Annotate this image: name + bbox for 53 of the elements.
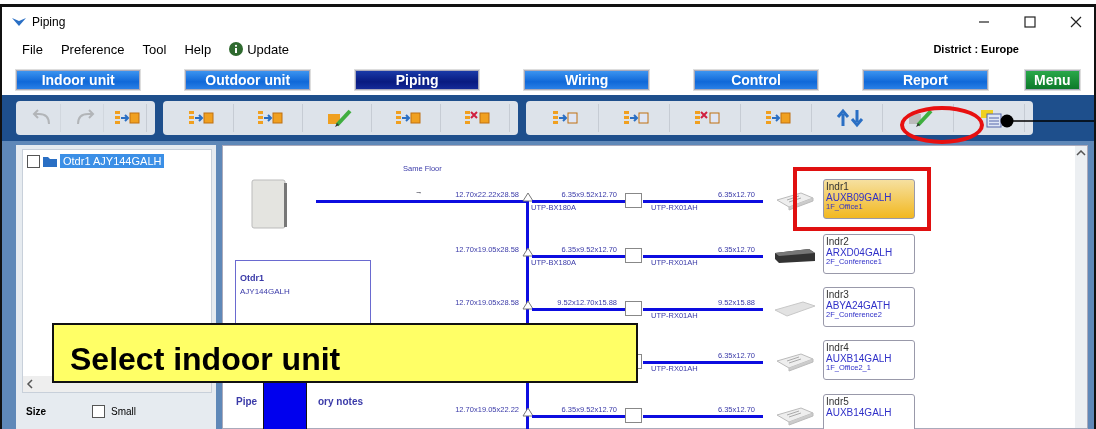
nav-tab[interactable]: Control [693,70,819,90]
outdoor-unit-icon [251,179,288,229]
district-label: District : Europe [933,43,1019,55]
indoor-unit-card[interactable]: Indr5 AUXB14GALH [823,394,915,429]
ceiling-unit-icon [773,298,817,320]
branch-joint-icon [522,407,534,417]
indoor-unit-model: AUXB14GALH [826,407,893,418]
info-icon[interactable] [229,42,244,56]
indoor-unit-name: Indr5 [826,397,850,408]
tree-checkbox[interactable] [27,154,40,168]
scroll-up-icon[interactable] [1076,150,1086,156]
vertical-scrollbar[interactable] [1075,146,1087,428]
nav-tab[interactable]: Wiring [524,70,649,90]
callout-label: Select indoor unit [52,323,638,383]
nav-tab[interactable]: Outdoor unit [185,70,310,90]
menu-item[interactable]: File [22,41,43,57]
scroll-left-icon[interactable] [26,379,34,389]
folder-icon [42,154,58,168]
pointer-bar [263,383,307,429]
reducer-box [625,408,642,423]
indoor-unit-name: Indr2 [826,237,850,248]
outdoor-unit-name: Otdr1 [240,273,265,283]
menu-item[interactable]: Preference [60,41,125,57]
reducer-box [625,193,642,208]
reducer-box [625,248,642,263]
indoor-unit-model: ARXD04GALH [826,247,894,258]
indoor-unit-name: Indr4 [826,343,850,354]
nav-tab[interactable]: Piping [354,70,480,90]
maximize-icon[interactable] [1024,16,1036,28]
window-title: Piping [32,15,66,29]
small-option-label: Small [111,405,136,417]
indoor-unit-model: AUXB14GALH [826,353,893,364]
indoor-unit-model: ABYA24GATH [826,300,892,311]
size-label: Size [26,405,47,417]
close-icon[interactable] [1070,16,1082,28]
app-logo-icon [12,17,26,27]
update-menu-item[interactable]: Update [247,41,290,57]
branch-joint-icon [522,300,534,310]
branch-joint-icon [522,192,534,202]
outdoor-unit-model: AJY144GALH [240,287,291,296]
indoor-unit-name: Indr3 [826,290,850,301]
small-checkbox[interactable] [92,404,105,418]
nav-tab[interactable]: Indoor unit [16,70,141,90]
branch-joint-icon [522,247,534,257]
menu-item[interactable]: Help [184,41,212,57]
notes-heading: Pipe [236,396,258,407]
reducer-box [625,301,642,316]
indoor-unit-model: AUXB09GALH [826,192,893,203]
menu-button[interactable]: Menu [1024,70,1080,90]
nav-tab[interactable]: Report [863,70,988,90]
indoor-unit-name: Indr1 [826,182,850,193]
notes-heading: ory notes [318,396,363,407]
menu-item[interactable]: Tool [142,41,167,57]
